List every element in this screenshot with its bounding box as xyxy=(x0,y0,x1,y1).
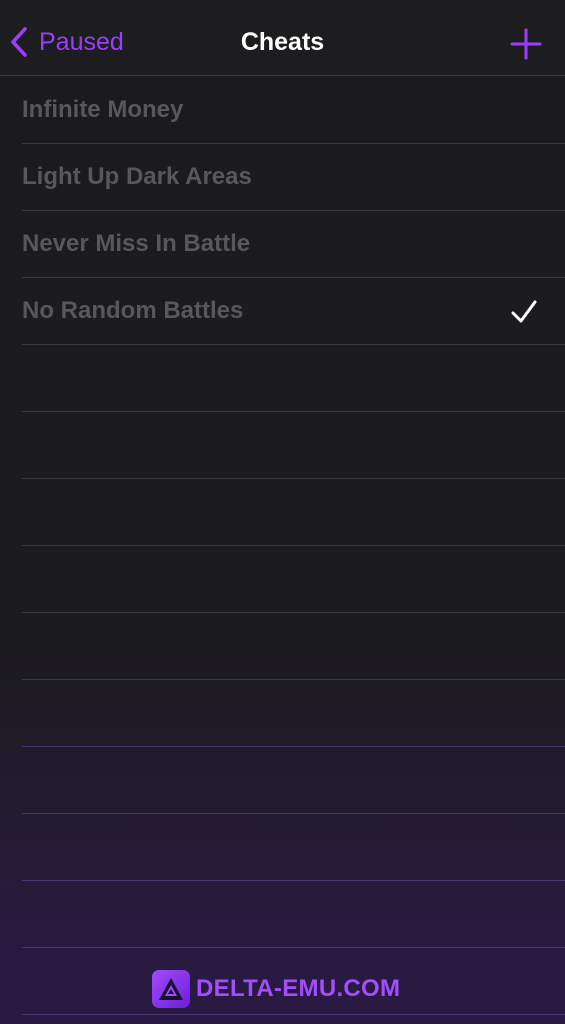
add-cheat-button[interactable] xyxy=(509,27,543,61)
back-button[interactable]: Paused xyxy=(8,24,124,60)
cheat-row-never-miss-in-battle[interactable]: Never Miss In Battle xyxy=(22,211,565,278)
empty-row xyxy=(22,345,565,412)
empty-row xyxy=(22,680,565,747)
empty-row xyxy=(22,412,565,479)
cheat-name: No Random Battles xyxy=(22,297,244,324)
back-button-label: Paused xyxy=(39,27,124,56)
navigation-bar: Paused Cheats xyxy=(0,0,565,76)
plus-icon xyxy=(510,28,542,60)
empty-row xyxy=(22,747,565,814)
cheat-name: Light Up Dark Areas xyxy=(22,163,252,190)
delta-logo-icon xyxy=(152,970,190,1008)
cheat-name: Never Miss In Battle xyxy=(22,230,251,257)
empty-row xyxy=(22,546,565,613)
checkmark-icon xyxy=(511,300,537,323)
cheat-row-infinite-money[interactable]: Infinite Money xyxy=(22,77,565,144)
chevron-left-icon xyxy=(11,27,27,57)
empty-row xyxy=(22,613,565,680)
watermark: DELTA-EMU.COM xyxy=(152,970,400,1008)
empty-row xyxy=(22,479,565,546)
empty-row xyxy=(22,814,565,881)
cheat-name: Infinite Money xyxy=(22,96,184,123)
empty-row xyxy=(22,881,565,948)
cheat-row-no-random-battles[interactable]: No Random Battles xyxy=(22,278,565,345)
cheat-row-light-up-dark-areas[interactable]: Light Up Dark Areas xyxy=(22,144,565,211)
cheat-list: Infinite Money Light Up Dark Areas Never… xyxy=(0,77,565,1015)
watermark-text: DELTA-EMU.COM xyxy=(196,975,401,1002)
